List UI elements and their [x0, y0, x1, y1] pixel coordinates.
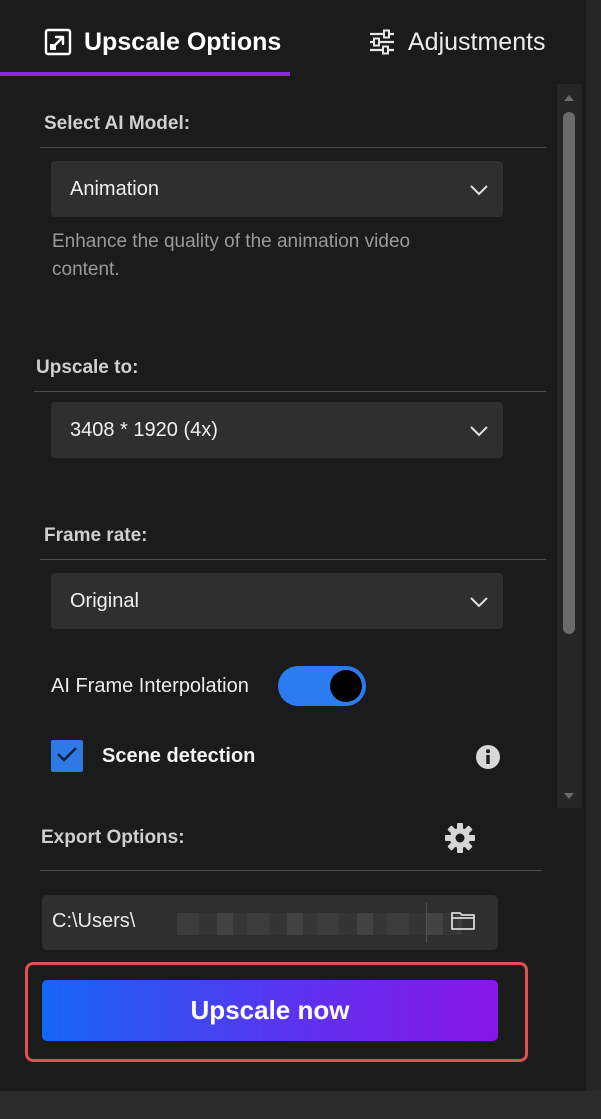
- bottom-bar: [0, 1091, 601, 1119]
- sliders-icon: [368, 28, 396, 56]
- chevron-down-icon: [469, 180, 489, 203]
- scene-detection-label: Scene detection: [102, 745, 256, 767]
- ai-model-value: Animation: [70, 177, 159, 200]
- export-path-text: C:\Users\: [52, 910, 136, 932]
- divider: [40, 870, 542, 871]
- window-edge: [586, 0, 601, 1091]
- export-options-title: Export Options:: [41, 827, 185, 848]
- field-separator: [426, 903, 427, 943]
- gear-icon[interactable]: [444, 822, 476, 859]
- frame-rate-title: Frame rate:: [44, 525, 148, 546]
- active-tab-indicator: [0, 72, 290, 76]
- interpolation-row: AI Frame Interpolation: [51, 665, 371, 707]
- scroll-down-icon[interactable]: [563, 788, 575, 806]
- chevron-down-icon: [469, 421, 489, 444]
- redacted-path: [177, 913, 462, 935]
- divider: [40, 147, 546, 148]
- chevron-down-icon: [469, 592, 489, 615]
- checkmark-icon: [56, 745, 78, 768]
- scroll-up-icon[interactable]: [563, 90, 575, 108]
- info-icon[interactable]: [475, 744, 501, 775]
- interpolation-toggle[interactable]: [278, 666, 366, 706]
- frame-rate-select[interactable]: Original: [51, 573, 503, 629]
- vertical-scrollbar[interactable]: [557, 84, 582, 808]
- upscale-to-select[interactable]: 3408 * 1920 (4x): [51, 402, 503, 458]
- tab-adjustments[interactable]: Adjustments: [368, 18, 546, 66]
- toggle-knob: [330, 670, 362, 702]
- frame-rate-value: Original: [70, 589, 139, 612]
- ai-model-select[interactable]: Animation: [51, 161, 503, 217]
- tab-upscale-label: Upscale Options: [84, 27, 282, 56]
- upscale-now-button[interactable]: Upscale now: [42, 980, 498, 1041]
- upscale-to-title: Upscale to:: [36, 357, 139, 378]
- interpolation-label: AI Frame Interpolation: [51, 674, 249, 697]
- ai-model-title: Select AI Model:: [44, 113, 191, 134]
- tab-adjustments-label: Adjustments: [408, 27, 546, 56]
- scene-detection-checkbox[interactable]: [51, 740, 83, 772]
- tab-upscale-options[interactable]: Upscale Options: [44, 18, 281, 66]
- upscale-to-value: 3408 * 1920 (4x): [70, 418, 218, 441]
- ai-model-description: Enhance the quality of the animation vid…: [52, 231, 411, 280]
- upscale-icon: [44, 28, 72, 56]
- folder-icon[interactable]: [450, 909, 476, 936]
- divider: [40, 559, 546, 560]
- divider: [34, 391, 546, 392]
- export-path-field[interactable]: C:\Users\: [42, 895, 498, 950]
- scroll-thumb[interactable]: [563, 112, 575, 634]
